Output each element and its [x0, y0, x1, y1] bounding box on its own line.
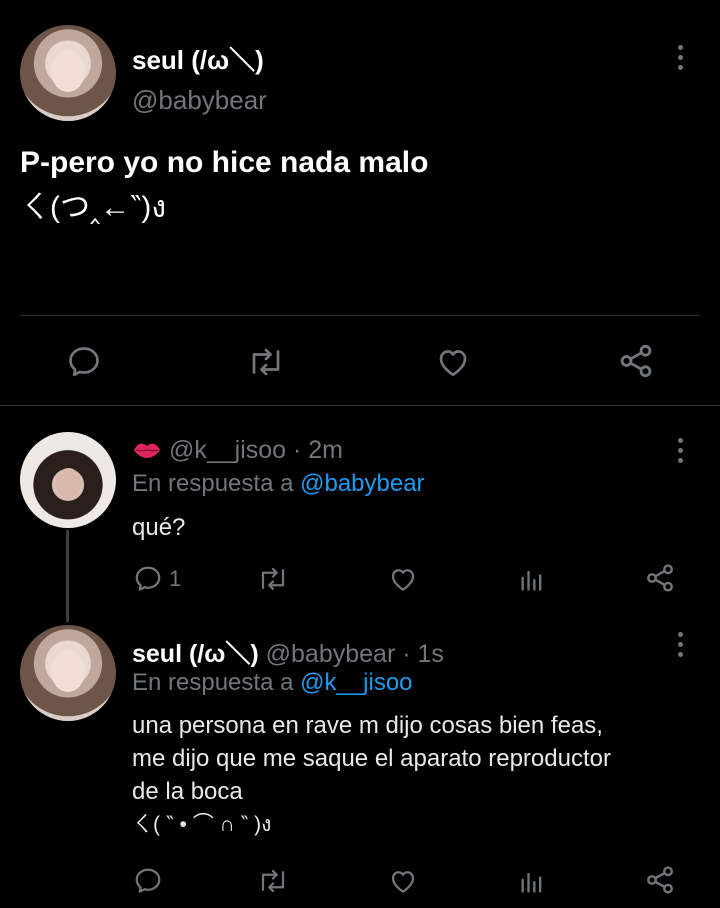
reply-text-line: de la boca: [132, 778, 243, 805]
share-icon[interactable]: [616, 342, 656, 380]
reply-text-line: una persona en rave m dijo cosas bien fe…: [132, 712, 603, 739]
reply-icon: [135, 566, 161, 591]
replying-to-link[interactable]: @babybear: [300, 470, 424, 497]
more-vertical-icon[interactable]: [677, 632, 683, 657]
replying-to-prefix: En respuesta a: [132, 470, 294, 497]
reply-count: 1: [169, 566, 182, 591]
heart-icon[interactable]: [387, 564, 419, 594]
share-icon[interactable]: [644, 864, 676, 896]
reply-text: una persona en rave m dijo cosas bien fe…: [132, 709, 611, 841]
avatar[interactable]: [20, 25, 116, 121]
reply-button[interactable]: 1: [133, 564, 181, 594]
retweet-icon[interactable]: [256, 564, 290, 594]
avatar[interactable]: [20, 432, 116, 528]
avatar-face: [56, 468, 82, 500]
more-vertical-icon[interactable]: [677, 438, 683, 463]
share-icon[interactable]: [644, 562, 676, 594]
author-handle[interactable]: @babybear: [132, 85, 267, 116]
divider: [20, 315, 700, 316]
replying-to: En respuesta a @k__jisoo: [132, 669, 413, 697]
avatar-face: [50, 649, 86, 693]
reply-text-line: me dijo que me saque el aparato reproduc…: [132, 745, 611, 772]
more-vertical-icon[interactable]: [677, 45, 683, 70]
divider: [0, 405, 720, 406]
lips-emoji-icon: [134, 443, 160, 458]
heart-icon[interactable]: [434, 344, 472, 380]
retweet-icon[interactable]: [256, 866, 290, 896]
retweet-icon[interactable]: [246, 344, 286, 380]
tweet-text: P-pero yo no hice nada malo ㄑ(つ‸←‶)ง: [20, 140, 428, 230]
analytics-icon[interactable]: [518, 564, 546, 594]
reply-handle-time: @k__jisoo · 2m: [168, 436, 344, 464]
author-name: seul (/ω＼): [132, 640, 259, 668]
reply-text: qué?: [132, 514, 186, 541]
author-name[interactable]: seul (/ω＼): [132, 40, 264, 77]
tweet-text-kaomoji: ㄑ(つ‸←‶)ง: [20, 191, 167, 224]
tweet-text-line: P-pero yo no hice nada malo: [20, 146, 429, 179]
analytics-icon[interactable]: [518, 866, 546, 896]
reply-icon[interactable]: [133, 866, 163, 896]
reply-author[interactable]: @k__jisoo · 2m: [132, 436, 343, 465]
replying-to-link[interactable]: @k__jisoo: [300, 669, 412, 696]
reply-icon[interactable]: [66, 344, 102, 380]
thread-line: [66, 530, 69, 622]
reply-handle-time: @babybear · 1s: [265, 640, 444, 668]
replying-to-prefix: En respuesta a: [132, 669, 294, 696]
replying-to: En respuesta a @babybear: [132, 470, 425, 498]
avatar-face: [50, 49, 86, 93]
heart-icon[interactable]: [387, 866, 419, 896]
reply-text-kaomoji: ㄑ( ‶ • ⌒ ∩ ‶ )ง: [132, 813, 272, 836]
avatar[interactable]: [20, 625, 116, 721]
reply-author[interactable]: seul (/ω＼) @babybear · 1s: [132, 634, 444, 670]
